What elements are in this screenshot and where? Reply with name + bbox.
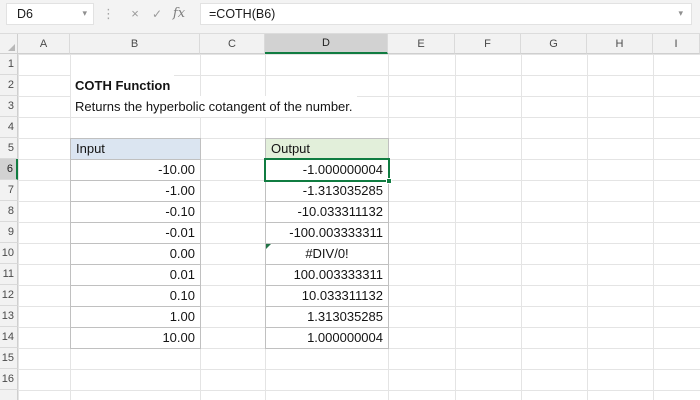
column-header-G[interactable]: G <box>521 34 587 54</box>
row-header-3[interactable]: 3 <box>0 96 18 117</box>
column-header-E[interactable]: E <box>388 34 455 54</box>
cell-D8[interactable]: -10.033311132 <box>265 201 389 223</box>
row-header-15[interactable]: 15 <box>0 348 18 369</box>
cell-B13[interactable]: 1.00 <box>70 306 201 328</box>
name-box-dropdown-icon[interactable]: ▾ <box>82 9 87 18</box>
name-box[interactable]: D6 ▾ <box>6 2 94 25</box>
gridline <box>18 117 700 118</box>
cell-B10[interactable]: 0.00 <box>70 243 201 265</box>
gridline <box>18 369 700 370</box>
cell-B7[interactable]: -1.00 <box>70 180 201 202</box>
gridline <box>18 54 700 55</box>
splitter-dots-icon[interactable]: ⋮ <box>94 6 124 22</box>
error-indicator-icon <box>266 244 271 249</box>
cell-D9[interactable]: -100.003333311 <box>265 222 389 244</box>
cell-B6[interactable]: -10.00 <box>70 159 201 181</box>
cell-B5[interactable]: Input <box>70 138 201 160</box>
select-all-button[interactable] <box>0 34 18 54</box>
formula-bar: D6 ▾ ⋮ × ✓ fx =COTH(B6) ▾ <box>0 0 700 34</box>
column-header-I[interactable]: I <box>653 34 700 54</box>
row-header-14[interactable]: 14 <box>0 327 18 348</box>
cell-B14[interactable]: 10.00 <box>70 327 201 349</box>
column-header-C[interactable]: C <box>200 34 265 54</box>
cell-D10[interactable]: #DIV/0! <box>265 243 389 265</box>
cell-D5[interactable]: Output <box>265 138 389 160</box>
row-header-4[interactable]: 4 <box>0 117 18 138</box>
cell-D11[interactable]: 100.003333311 <box>265 264 389 286</box>
row-header-12[interactable]: 12 <box>0 285 18 306</box>
fill-handle[interactable] <box>386 178 392 184</box>
enter-icon[interactable]: ✓ <box>146 3 168 25</box>
formula-text: =COTH(B6) <box>209 6 276 21</box>
cell-D7[interactable]: -1.313035285 <box>265 180 389 202</box>
spreadsheet-grid[interactable]: A B C D E F G H I 1 2 3 4 5 6 7 8 9 10 11 12 13 14 15 16 COTH Fun… <box>0 34 700 400</box>
row-header-7[interactable]: 7 <box>0 180 18 201</box>
cell-B8[interactable]: -0.10 <box>70 201 201 223</box>
formula-input[interactable]: =COTH(B6) ▾ <box>200 2 692 25</box>
cell-B3[interactable]: Returns the hyperbolic cotangent of the … <box>71 96 357 117</box>
cell-B9[interactable]: -0.01 <box>70 222 201 244</box>
column-header-F[interactable]: F <box>455 34 521 54</box>
row-header-16[interactable]: 16 <box>0 369 18 390</box>
cell-B2[interactable]: COTH Function <box>71 75 175 96</box>
row-header-11[interactable]: 11 <box>0 264 18 285</box>
cancel-icon[interactable]: × <box>124 3 146 25</box>
row-header-2[interactable]: 2 <box>0 75 18 96</box>
cell-D6[interactable]: -1.000000004 <box>265 159 389 181</box>
column-header-H[interactable]: H <box>587 34 653 54</box>
insert-function-icon[interactable]: fx <box>168 3 190 25</box>
row-header-9[interactable]: 9 <box>0 222 18 243</box>
cell-B12[interactable]: 0.10 <box>70 285 201 307</box>
column-header-D[interactable]: D <box>265 34 388 54</box>
cell-D12[interactable]: 10.033311132 <box>265 285 389 307</box>
row-header-6[interactable]: 6 <box>0 159 18 180</box>
name-box-value: D6 <box>17 6 33 21</box>
row-header-10[interactable]: 10 <box>0 243 18 264</box>
row-header-5[interactable]: 5 <box>0 138 18 159</box>
cell-D13[interactable]: 1.313035285 <box>265 306 389 328</box>
row-header-13[interactable]: 13 <box>0 306 18 327</box>
formula-bar-expand-icon[interactable]: ▾ <box>678 9 683 18</box>
cell-D14[interactable]: 1.000000004 <box>265 327 389 349</box>
row-header-8[interactable]: 8 <box>0 201 18 222</box>
row-header-1[interactable]: 1 <box>0 54 18 75</box>
gridline <box>18 390 700 391</box>
excel-window: D6 ▾ ⋮ × ✓ fx =COTH(B6) ▾ ABCDEFGHI12345… <box>0 0 700 400</box>
column-header-A[interactable]: A <box>18 34 70 54</box>
select-all-icon <box>8 44 15 51</box>
column-header-B[interactable]: B <box>70 34 200 54</box>
cell-B11[interactable]: 0.01 <box>70 264 201 286</box>
